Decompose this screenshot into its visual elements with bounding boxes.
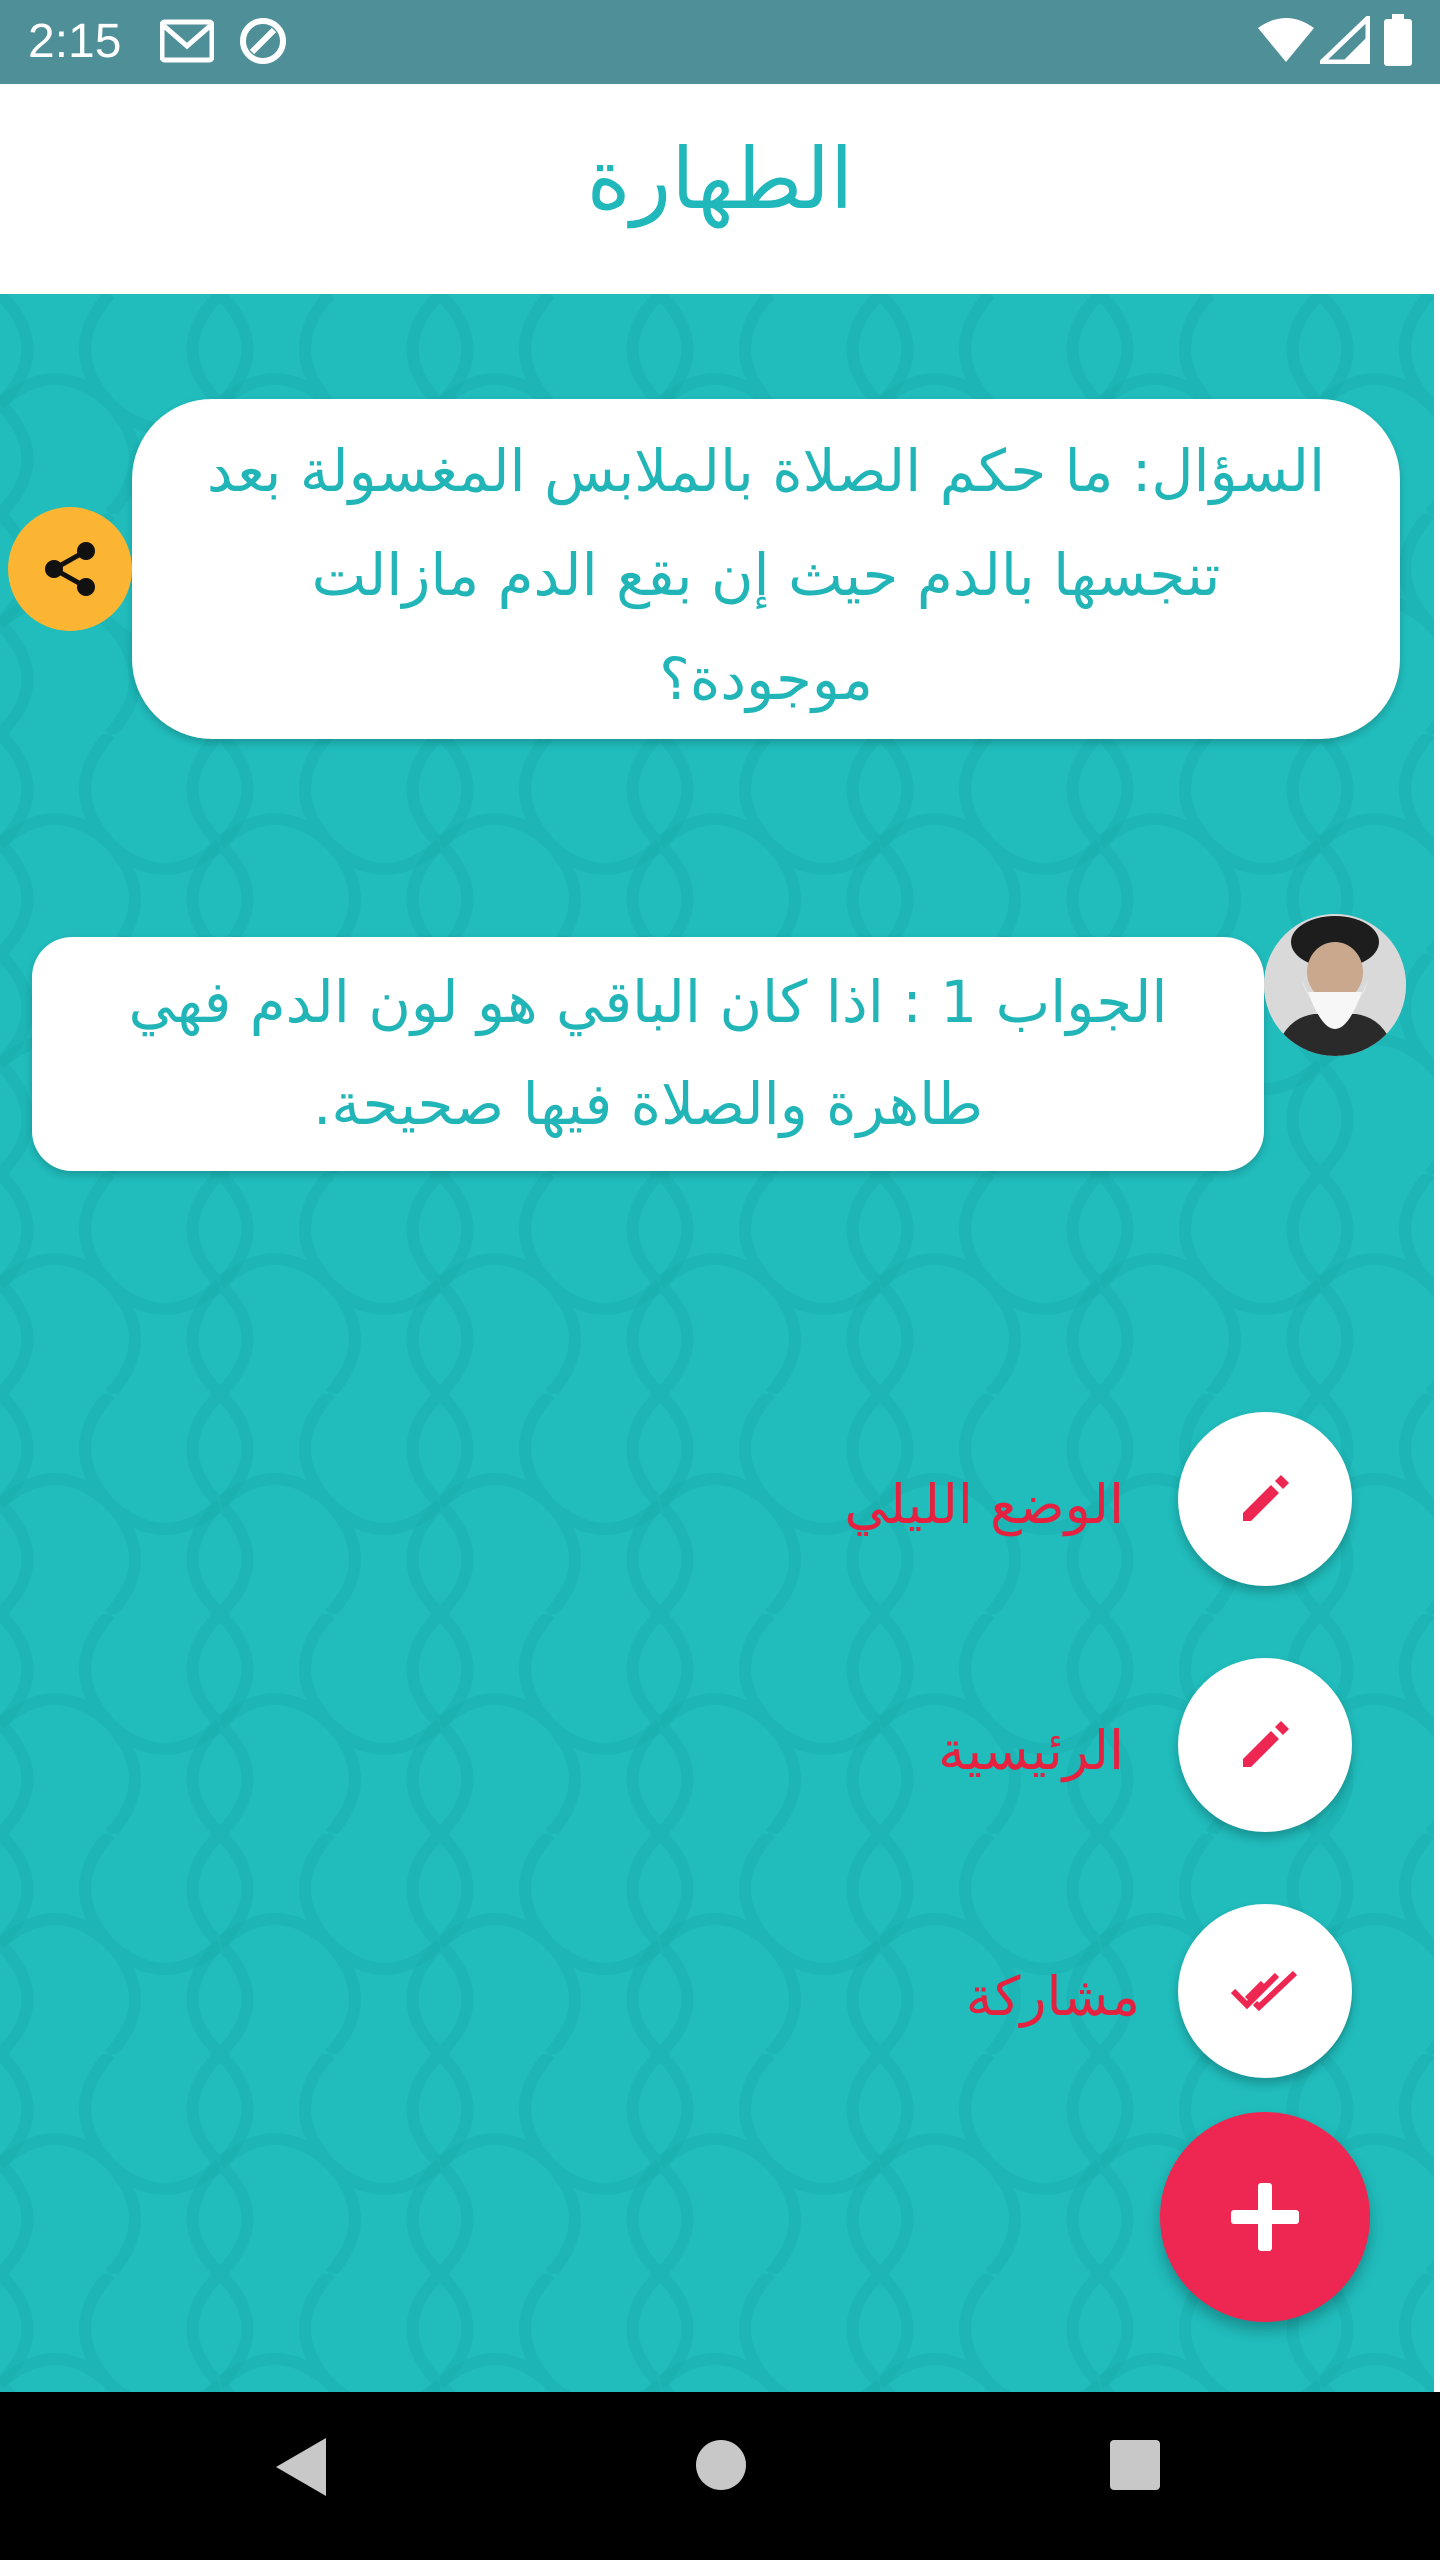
scroll-edge	[1434, 294, 1440, 2392]
gmail-icon	[159, 18, 215, 68]
night-mode-button[interactable]	[1178, 1412, 1352, 1586]
add-fab[interactable]	[1160, 2112, 1370, 2322]
pencil-icon	[1243, 1721, 1289, 1767]
dial-label-share[interactable]: مشاركة	[966, 1962, 1140, 2032]
question-bubble: السؤال: ما حكم الصلاة بالملابس المغسولة …	[132, 399, 1400, 739]
sync-icon	[236, 14, 290, 72]
avatar	[1264, 914, 1406, 1056]
question-text: السؤال: ما حكم الصلاة بالملابس المغسولة …	[206, 437, 1326, 713]
plus-icon	[1231, 2183, 1299, 2251]
answer-bubble: الجواب 1 : اذا كان الباقي هو لون الدم فه…	[32, 937, 1264, 1171]
navigation-bar	[0, 2392, 1440, 2560]
dial-label-night-mode[interactable]: الوضع الليلي	[844, 1470, 1124, 1540]
home-button[interactable]	[1178, 1658, 1352, 1832]
page-title: الطهارة	[586, 130, 854, 228]
back-icon[interactable]	[272, 2434, 332, 2504]
signal-icon	[1315, 12, 1371, 68]
double-check-icon	[1230, 1970, 1298, 2012]
share-menu-button[interactable]	[1178, 1904, 1352, 2078]
status-time: 2:15	[28, 15, 122, 68]
dial-label-home[interactable]: الرئيسية	[938, 1716, 1124, 1786]
wifi-icon	[1256, 16, 1316, 68]
share-button[interactable]	[8, 507, 132, 631]
share-icon	[45, 542, 95, 596]
answer-text: الجواب 1 : اذا كان الباقي هو لون الدم فه…	[128, 968, 1168, 1138]
home-icon[interactable]	[694, 2438, 748, 2496]
recents-icon[interactable]	[1108, 2438, 1162, 2496]
pencil-icon	[1243, 1475, 1289, 1521]
status-bar: 2:15	[0, 0, 1440, 84]
battery-icon	[1384, 14, 1412, 70]
app-bar: الطهارة	[0, 84, 1440, 294]
